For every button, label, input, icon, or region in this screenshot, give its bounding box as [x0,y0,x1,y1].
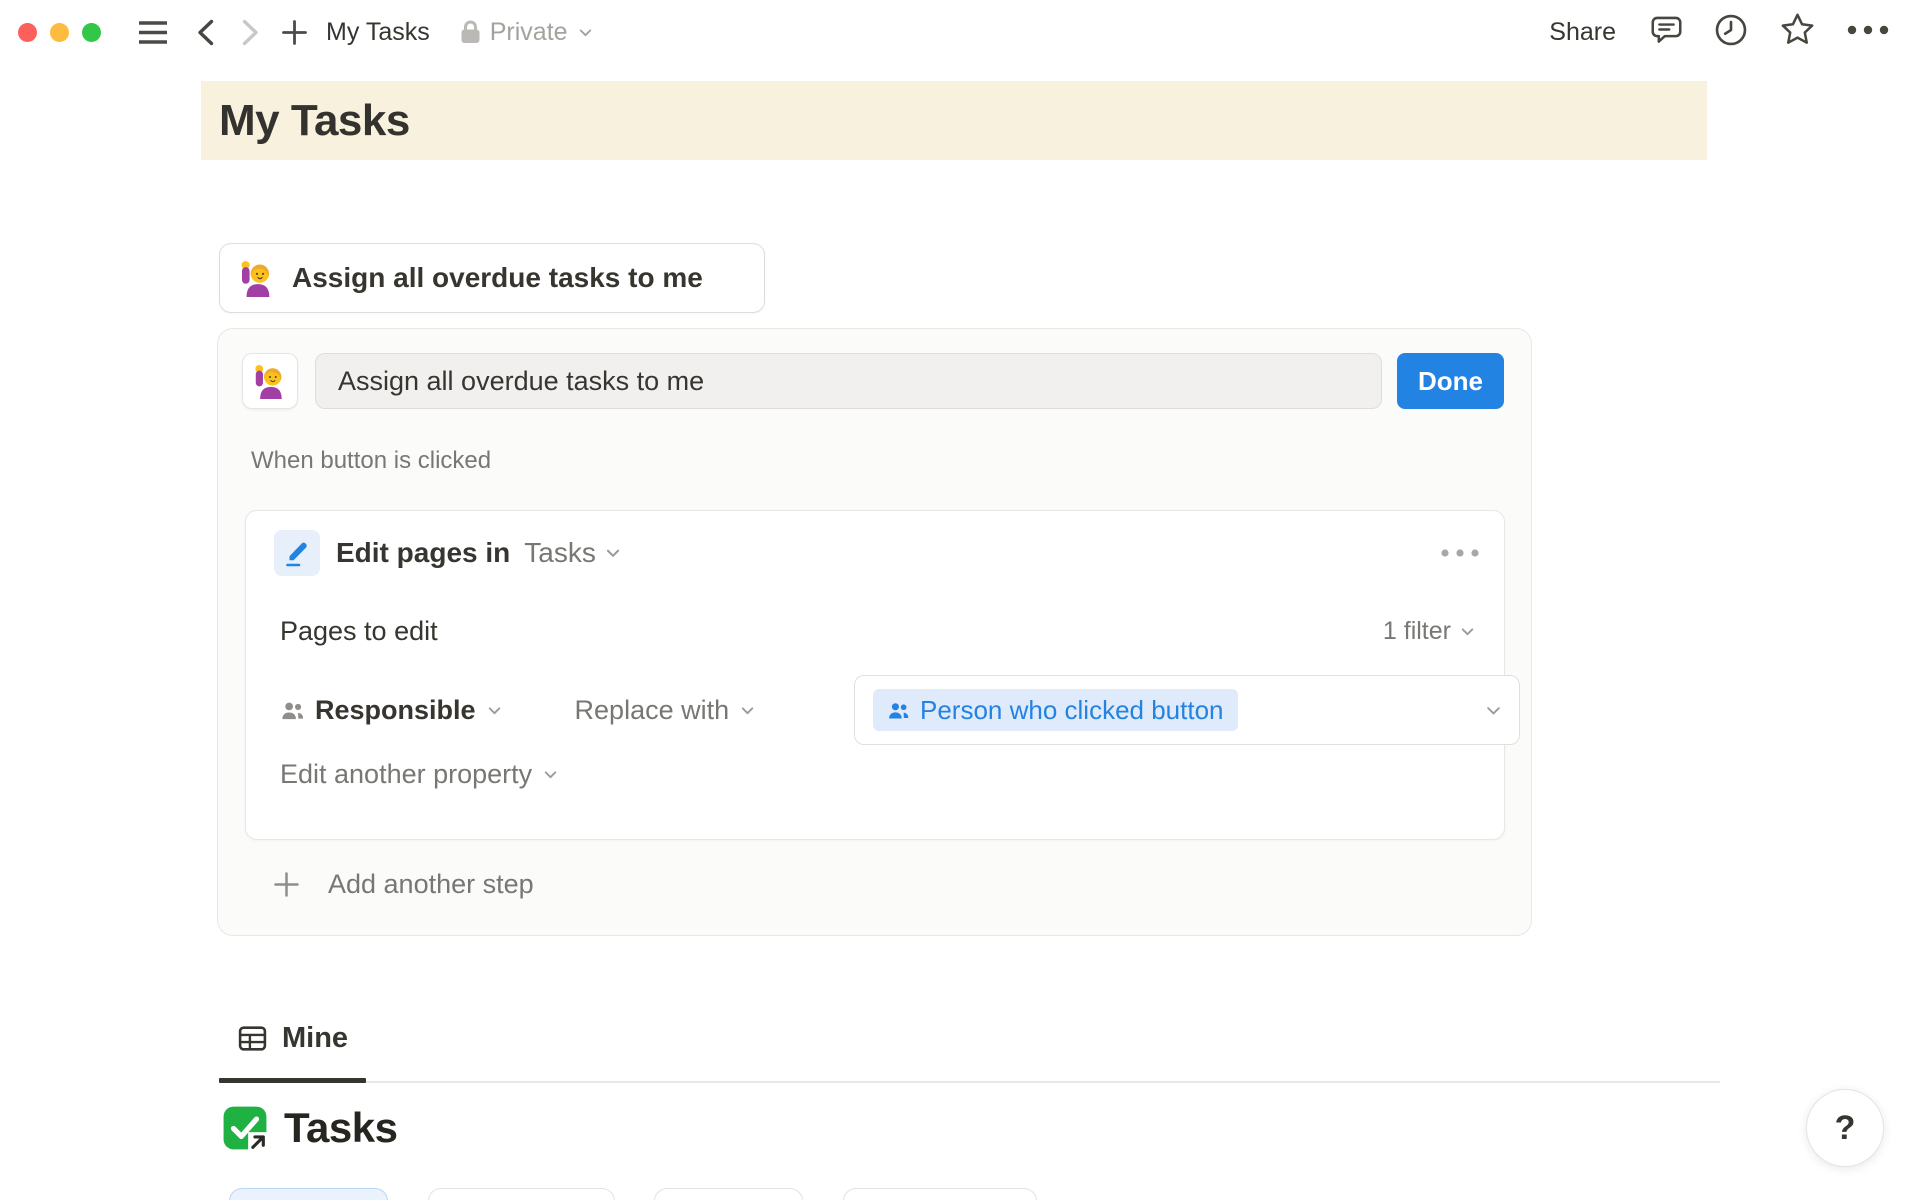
woman-raising-hand-emoji [238,259,276,297]
notion-button-block[interactable]: Assign all overdue tasks to me [219,243,765,313]
tasks-database-icon [222,1105,268,1151]
privacy-menu[interactable]: Private [460,18,594,47]
add-another-step-label: Add another step [328,869,534,900]
forward-icon[interactable] [240,19,261,46]
traffic-lights [18,23,101,42]
filter-pill[interactable] [654,1188,803,1200]
more-options-icon[interactable] [1846,23,1890,41]
share-button[interactable]: Share [1549,18,1616,47]
page-title[interactable]: My Tasks [219,96,410,146]
operator-label: Replace with [575,695,730,726]
button-emoji-picker[interactable] [242,353,298,409]
pages-to-edit-row: Pages to edit 1 filter [280,611,1476,651]
tab-divider [219,1081,1720,1083]
edit-another-property-button[interactable]: Edit another property [280,759,559,790]
done-button[interactable]: Done [1397,353,1504,409]
people-icon [887,699,910,722]
page-cover-band: My Tasks [201,81,1707,160]
updates-clock-icon[interactable] [1713,12,1749,53]
view-tab-mine[interactable]: Mine [237,1022,348,1055]
active-tab-underline [219,1078,366,1083]
database-title[interactable]: Tasks [284,1104,397,1152]
comments-icon[interactable] [1650,13,1683,51]
step-action-label: Edit pages in [336,537,510,569]
view-tab-label: Mine [282,1022,348,1055]
chevron-down-icon [486,702,503,719]
filter-dropdown[interactable]: 1 filter [1383,617,1476,646]
property-label: Responsible [315,695,476,726]
chevron-down-icon [577,24,594,41]
filter-pill[interactable] [229,1188,388,1200]
new-page-icon[interactable] [281,19,308,46]
favorite-star-icon[interactable] [1779,11,1816,53]
chevron-down-icon [1484,701,1503,720]
value-select[interactable]: Person who clicked button [854,675,1520,745]
notion-window: My Tasks Private Share My Tasks [0,0,1920,1200]
button-block-label: Assign all overdue tasks to me [292,262,703,294]
back-icon[interactable] [195,19,216,46]
button-editor-panel: Done When button is clicked Edit pages i… [217,328,1532,936]
database-heading: Tasks [222,1104,397,1152]
filter-count-label: 1 filter [1383,617,1451,646]
zoom-window-button[interactable] [82,23,101,42]
lock-icon [460,19,481,45]
step-header: Edit pages in Tasks [274,530,1480,576]
help-button[interactable]: ? [1806,1089,1884,1167]
chevron-down-icon [1459,623,1476,640]
step-database-select[interactable]: Tasks [524,537,596,569]
add-another-step-button[interactable]: Add another step [273,869,534,900]
automation-step-card: Edit pages in Tasks Pages to edit 1 filt… [245,510,1505,840]
chevron-down-icon [604,544,622,562]
property-dropdown[interactable]: Responsible [280,695,503,726]
privacy-label: Private [490,18,568,47]
operator-dropdown[interactable]: Replace with [575,695,757,726]
woman-raising-hand-emoji [252,363,288,399]
people-icon [280,698,305,723]
topbar: My Tasks Private Share [0,0,1920,64]
edit-pages-icon [274,530,320,576]
filter-pill[interactable] [843,1188,1037,1200]
table-view-icon [237,1023,268,1054]
value-chip-label: Person who clicked button [920,695,1224,726]
sidebar-toggle-icon[interactable] [137,19,169,46]
step-more-options-icon[interactable] [1440,548,1480,558]
trigger-label: When button is clicked [251,447,491,475]
breadcrumb-page-title[interactable]: My Tasks [326,18,430,47]
linked-database-arrow [248,1132,268,1151]
pages-to-edit-label: Pages to edit [280,616,438,647]
filter-pill[interactable] [428,1188,615,1200]
close-window-button[interactable] [18,23,37,42]
chevron-down-icon [739,702,756,719]
property-edit-row: Responsible Replace with Person who clic… [280,675,1484,745]
plus-icon [273,871,300,898]
chevron-down-icon [542,766,559,783]
edit-another-property-label: Edit another property [280,759,532,790]
button-name-input[interactable] [315,353,1382,409]
minimize-window-button[interactable] [50,23,69,42]
person-value-chip[interactable]: Person who clicked button [873,689,1238,731]
